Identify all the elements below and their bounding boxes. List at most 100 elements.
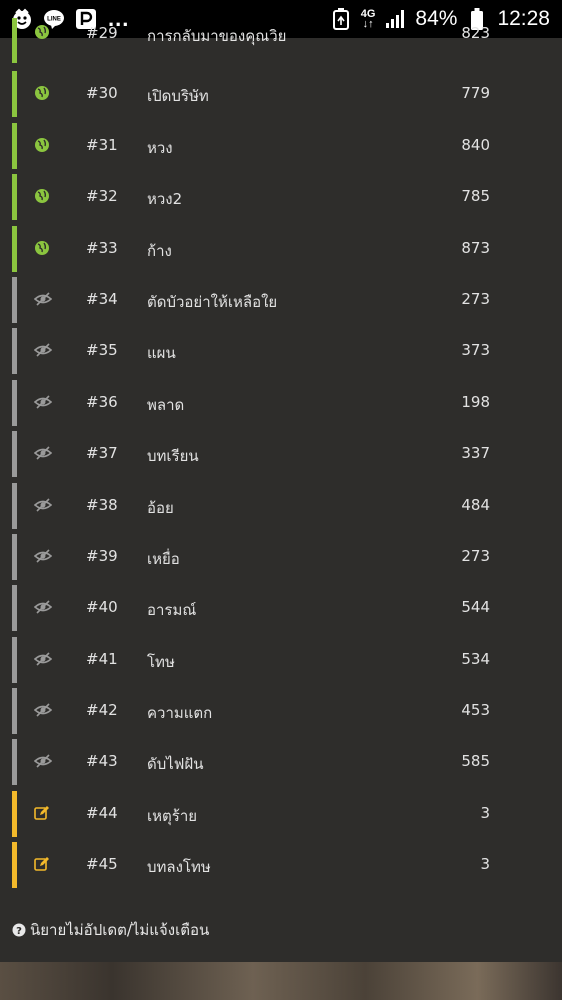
chapter-view-count: 373 [461,341,490,360]
eye-slash-icon [33,342,53,360]
chapter-number: #44 [86,803,118,822]
chapter-status-bar [12,18,17,63]
chapter-view-count: 3 [480,803,490,822]
edit-icon [34,805,52,823]
chapter-status-bar [12,328,17,375]
chapter-number: #33 [86,238,118,257]
chapter-row[interactable]: #44 เหตุร้าย 3 [0,789,562,840]
edit-icon [34,856,52,874]
chapter-title[interactable]: เปิดบริษัท [147,84,209,108]
update-note[interactable]: ? นิยายไม่อัปเดต/ไม่แจ้งเตือน [12,918,209,942]
chapter-row[interactable]: #45 บทลงโทษ 3 [0,840,562,891]
chapter-number: #43 [86,752,118,771]
eye-slash-icon [33,599,53,617]
chapter-list: #29 การกลับมาของคุณวิย 823 #30 เปิดบริษัท 779… [0,18,562,892]
chapter-title[interactable]: บทเรียน [147,444,199,468]
chapter-status-bar [12,533,17,580]
chapter-row[interactable]: #35 แผน 373 [0,326,562,377]
chapter-view-count: 337 [461,444,490,463]
globe-icon [34,137,52,155]
chapter-title[interactable]: พลาด [147,393,184,417]
chapter-title[interactable]: ความแตก [147,701,212,725]
chapter-view-count: 198 [461,392,490,411]
chapter-row[interactable]: #38 อ้อย 484 [0,481,562,532]
chapter-row[interactable]: #40 อารมณ์ 544 [0,583,562,634]
chapter-row[interactable]: #29 การกลับมาของคุณวิย 823 [0,18,562,69]
chapter-number: #34 [86,289,118,308]
chapter-title[interactable]: การกลับมาของคุณวิย [147,24,286,48]
chapter-number: #41 [86,649,118,668]
chapter-number: #29 [86,24,118,42]
eye-slash-icon [33,651,53,669]
eye-slash-icon [33,445,53,463]
chapter-view-count: 840 [461,135,490,154]
chapter-view-count: 544 [461,598,490,617]
eye-slash-icon [33,394,53,412]
chapter-status-bar [12,739,17,786]
chapter-view-count: 779 [461,84,490,103]
chapter-row[interactable]: #32 หวง2 785 [0,172,562,223]
chapter-status-bar [12,790,17,837]
chapter-view-count: 873 [461,238,490,257]
chapter-number: #45 [86,855,118,874]
chapter-status-bar [12,122,17,169]
chapter-title[interactable]: หวง2 [147,187,182,211]
globe-icon [34,240,52,258]
chapter-title[interactable]: โทษ [147,650,175,674]
chapter-row[interactable]: #33 ก้าง 873 [0,224,562,275]
cover-image-strip [0,962,562,1000]
update-note-text: นิยายไม่อัปเดต/ไม่แจ้งเตือน [30,921,210,939]
chapter-view-count: 785 [461,187,490,206]
chapter-title[interactable]: อ้อย [147,496,174,520]
chapter-row[interactable]: #41 โทษ 534 [0,635,562,686]
chapter-title[interactable]: เหตุร้าย [147,804,197,828]
chapter-number: #37 [86,444,118,463]
globe-icon [34,24,52,42]
chapter-view-count: 3 [480,855,490,874]
chapter-view-count: 484 [461,495,490,514]
chapter-view-count: 534 [461,649,490,668]
chapter-title[interactable]: ตัดบัวอย่าให้เหลือใย [147,290,277,314]
chapter-row[interactable]: #43 ดับไฟฝัน 585 [0,737,562,788]
chapter-row[interactable]: #36 พลาด 198 [0,378,562,429]
chapter-title[interactable]: อารมณ์ [147,598,196,622]
chapter-status-bar [12,379,17,426]
chapter-status-bar [12,585,17,632]
chapter-row[interactable]: #30 เปิดบริษัท 779 [0,69,562,120]
question-circle-icon: ? [12,923,26,937]
chapter-title[interactable]: ดับไฟฝัน [147,752,203,776]
chapter-number: #36 [86,392,118,411]
svg-text:?: ? [16,926,22,937]
chapter-number: #39 [86,546,118,565]
chapter-row[interactable]: #42 ความแตก 453 [0,686,562,737]
chapter-title[interactable]: ก้าง [147,239,172,263]
chapter-status-bar [12,842,17,889]
eye-slash-icon [33,291,53,309]
chapter-view-count: 823 [461,24,490,42]
chapter-number: #42 [86,701,118,720]
chapter-status-bar [12,225,17,272]
chapter-row[interactable]: #37 บทเรียน 337 [0,429,562,480]
eye-slash-icon [33,753,53,771]
chapter-view-count: 273 [461,289,490,308]
chapter-title[interactable]: หวง [147,136,173,160]
chapter-row[interactable]: #34 ตัดบัวอย่าให้เหลือใย 273 [0,275,562,326]
eye-slash-icon [33,497,53,515]
chapter-number: #35 [86,341,118,360]
chapter-row[interactable]: #39 เหยื่อ 273 [0,532,562,583]
chapter-status-bar [12,688,17,735]
chapter-view-count: 585 [461,752,490,771]
chapter-number: #40 [86,598,118,617]
chapter-view-count: 453 [461,701,490,720]
chapter-number: #31 [86,135,118,154]
chapter-number: #30 [86,84,118,103]
chapter-row[interactable]: #31 หวง 840 [0,121,562,172]
chapter-title[interactable]: เหยื่อ [147,547,180,571]
chapter-status-bar [12,174,17,221]
globe-icon [34,85,52,103]
chapter-title[interactable]: แผน [147,341,176,365]
chapter-title[interactable]: บทลงโทษ [147,855,211,879]
eye-slash-icon [33,548,53,566]
chapter-status-bar [12,636,17,683]
chapter-view-count: 273 [461,546,490,565]
